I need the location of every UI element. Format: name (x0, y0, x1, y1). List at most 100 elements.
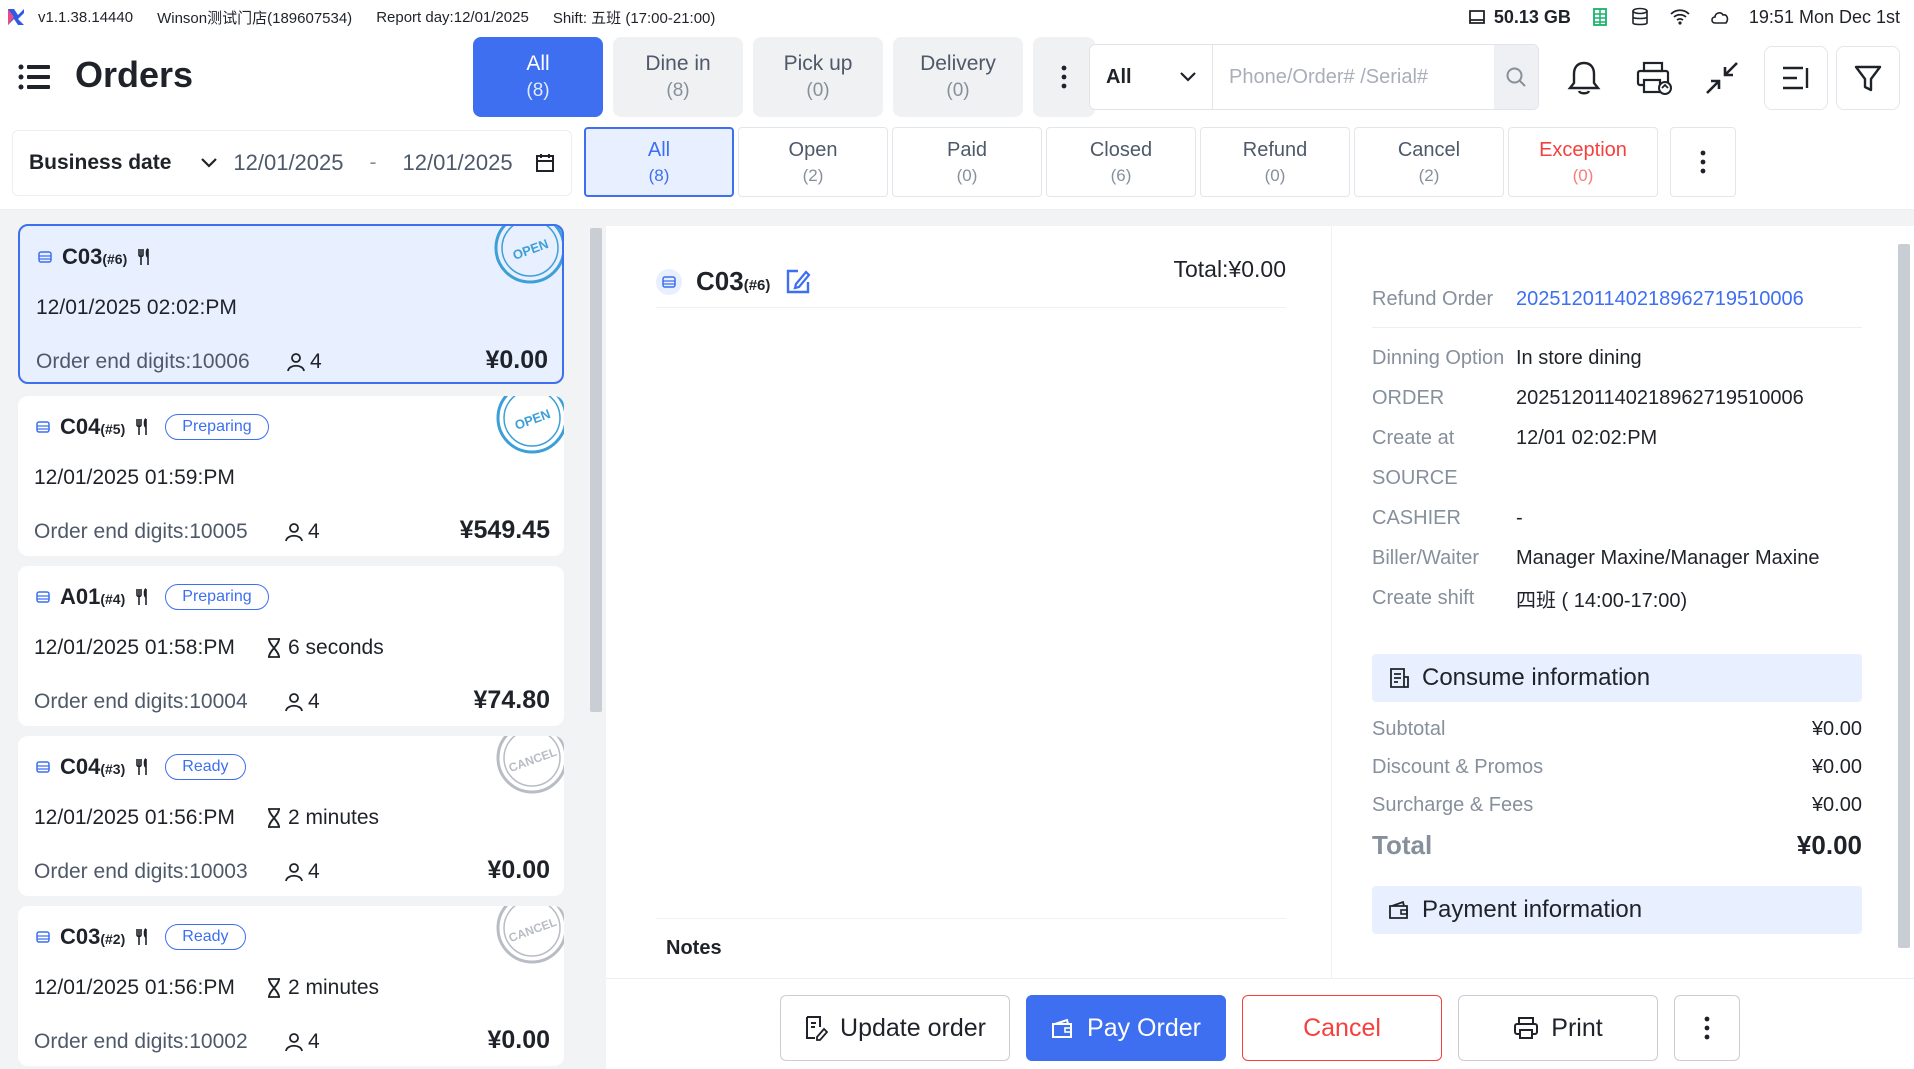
status-tab-closed[interactable]: Closed (6) (1046, 127, 1196, 197)
info-value: 四班 ( 14:00-17:00) (1516, 589, 1688, 612)
search-type-select[interactable]: All (1090, 45, 1214, 109)
status-count: (2) (802, 165, 824, 185)
table-icon (36, 421, 50, 433)
section-title: Consume information (1422, 664, 1651, 691)
calendar-icon[interactable] (535, 153, 555, 173)
collapse-button[interactable] (1690, 46, 1754, 110)
search-button[interactable] (1494, 45, 1538, 109)
button-label: Cancel (1303, 1013, 1381, 1042)
edit-icon[interactable] (784, 268, 812, 296)
pay-order-button[interactable]: Pay Order (1026, 995, 1226, 1061)
update-order-button[interactable]: Update order (780, 995, 1010, 1061)
tab-all-orders[interactable]: All (8) (473, 37, 603, 117)
print-settings-button[interactable] (1622, 46, 1686, 110)
notification-button[interactable] (1552, 46, 1616, 110)
order-card[interactable]: A01(#4) Preparing 12/01/2025 01:58:PM 6 … (18, 566, 564, 726)
status-count: (0) (1264, 165, 1286, 185)
elapsed-value: 6 seconds (288, 636, 384, 659)
page-title: Orders (75, 54, 194, 95)
info-row: Create shift 四班 ( 14:00-17:00) (1372, 578, 1862, 618)
guest-count-value: 4 (308, 1030, 320, 1053)
order-card[interactable]: C03(#2) Ready 12/01/2025 01:56:PM 2 minu… (18, 906, 564, 1066)
detail-scrollbar[interactable] (1896, 228, 1910, 974)
order-amount: ¥0.00 (485, 346, 548, 374)
order-end-digits: Order end digits:10003 (34, 860, 248, 883)
tab-pick-up[interactable]: Pick up (0) (753, 37, 883, 117)
status-tab-exception[interactable]: Exception (0) (1508, 127, 1658, 197)
filter-button[interactable] (1836, 46, 1900, 110)
status-count: (0) (1572, 165, 1594, 185)
cancel-order-button[interactable]: Cancel (1242, 995, 1442, 1061)
consume-information-header[interactable]: Consume information (1372, 654, 1862, 702)
shift-info: Shift: 五班 (17:00-21:00) (552, 9, 716, 27)
button-label: Pay Order (1087, 1013, 1201, 1042)
printer-icon (1514, 1017, 1539, 1039)
more-actions-button[interactable] (1674, 995, 1740, 1061)
status-label: Exception (1539, 138, 1627, 161)
date-to[interactable]: 12/01/2025 (403, 150, 513, 176)
status-tab-all[interactable]: All (8) (584, 127, 734, 197)
tab-delivery[interactable]: Delivery (0) (893, 37, 1023, 117)
guest-count: 4 (284, 1030, 320, 1054)
status-label: Closed (1089, 138, 1153, 161)
search-type-value: All (1106, 65, 1132, 88)
search-icon (1506, 67, 1526, 87)
order-end-digits: Order end digits:10004 (34, 690, 248, 713)
info-key: Refund Order (1372, 288, 1494, 310)
status-tab-cancel[interactable]: Cancel (2) (1354, 127, 1504, 197)
elapsed-time: 6 seconds (266, 636, 384, 660)
order-items-area: C03(#6) Total:¥0.00 Notes (606, 226, 1332, 978)
status-tabs: All (8) Open (2) Paid (0) Closed (6) Ref… (584, 127, 1736, 197)
menu-icon[interactable] (18, 64, 50, 90)
guest-count-value: 4 (308, 690, 320, 713)
table-icon (36, 761, 50, 773)
section-title: Payment information (1422, 896, 1643, 923)
guest-count: 4 (284, 690, 320, 714)
search-input[interactable] (1213, 45, 1495, 109)
status-tab-paid[interactable]: Paid (0) (892, 127, 1042, 197)
status-label: All (647, 138, 671, 161)
status-label: Cancel (1397, 138, 1461, 161)
scrollbar-thumb[interactable] (1898, 244, 1910, 948)
status-count: (8) (648, 165, 670, 185)
info-row: SOURCE (1372, 458, 1862, 498)
wallet-icon (1389, 900, 1408, 919)
open-stamp-icon: OPEN (494, 226, 562, 284)
tab-label: Dine in (645, 52, 711, 75)
print-button[interactable]: Print (1458, 995, 1658, 1061)
cloud-icon (1711, 12, 1729, 24)
order-info: Refund Order 20251201140218962719510006 … (1372, 272, 1862, 618)
info-value: Manager Maxine/Manager Maxine (1516, 546, 1820, 569)
business-date-picker[interactable]: Business date 12/01/2025 - 12/01/2025 (12, 130, 572, 196)
status-tab-refund[interactable]: Refund (0) (1200, 127, 1350, 197)
wallet-icon (1052, 1018, 1073, 1038)
status-tab-open[interactable]: Open (2) (738, 127, 888, 197)
refund-order-link[interactable]: 20251201140218962719510006 (1516, 288, 1804, 311)
storage-value: 50.13 GB (1493, 6, 1571, 27)
info-row: Dinning Option In store dining (1372, 338, 1862, 378)
discount-row: Discount & Promos ¥0.00 (1372, 748, 1862, 786)
order-card[interactable]: C04(#5) Preparing 12/01/2025 01:59:PM Or… (18, 396, 564, 556)
sum-label: Surcharge & Fees (1372, 793, 1534, 816)
status-more-button[interactable] (1670, 127, 1736, 197)
guest-count-value: 4 (308, 860, 320, 883)
open-stamp-icon: OPEN (496, 396, 564, 454)
status-count: (2) (1418, 165, 1440, 185)
scrollbar-thumb[interactable] (590, 228, 602, 712)
order-type-more-button[interactable] (1033, 37, 1095, 117)
order-card[interactable]: C03(#6) 12/01/2025 02:02:PM Order end di… (18, 224, 564, 384)
sort-button[interactable] (1764, 46, 1828, 110)
chevron-down-icon[interactable] (201, 158, 218, 168)
status-count: (0) (956, 165, 978, 185)
date-from[interactable]: 12/01/2025 (233, 150, 343, 176)
receipt-icon (1390, 668, 1409, 688)
cancel-stamp-icon: CANCEL (496, 906, 564, 964)
filter-icon (1854, 65, 1882, 92)
order-card[interactable]: C04(#3) Ready 12/01/2025 01:56:PM 2 minu… (18, 736, 564, 896)
tab-label: Delivery (920, 52, 996, 75)
order-list-scrollbar[interactable] (588, 214, 602, 1069)
payment-information-header[interactable]: Payment information (1372, 886, 1862, 934)
detail-order-number: (#6) (743, 277, 771, 294)
tab-dine-in[interactable]: Dine in (8) (613, 37, 743, 117)
table-icon (36, 931, 50, 943)
